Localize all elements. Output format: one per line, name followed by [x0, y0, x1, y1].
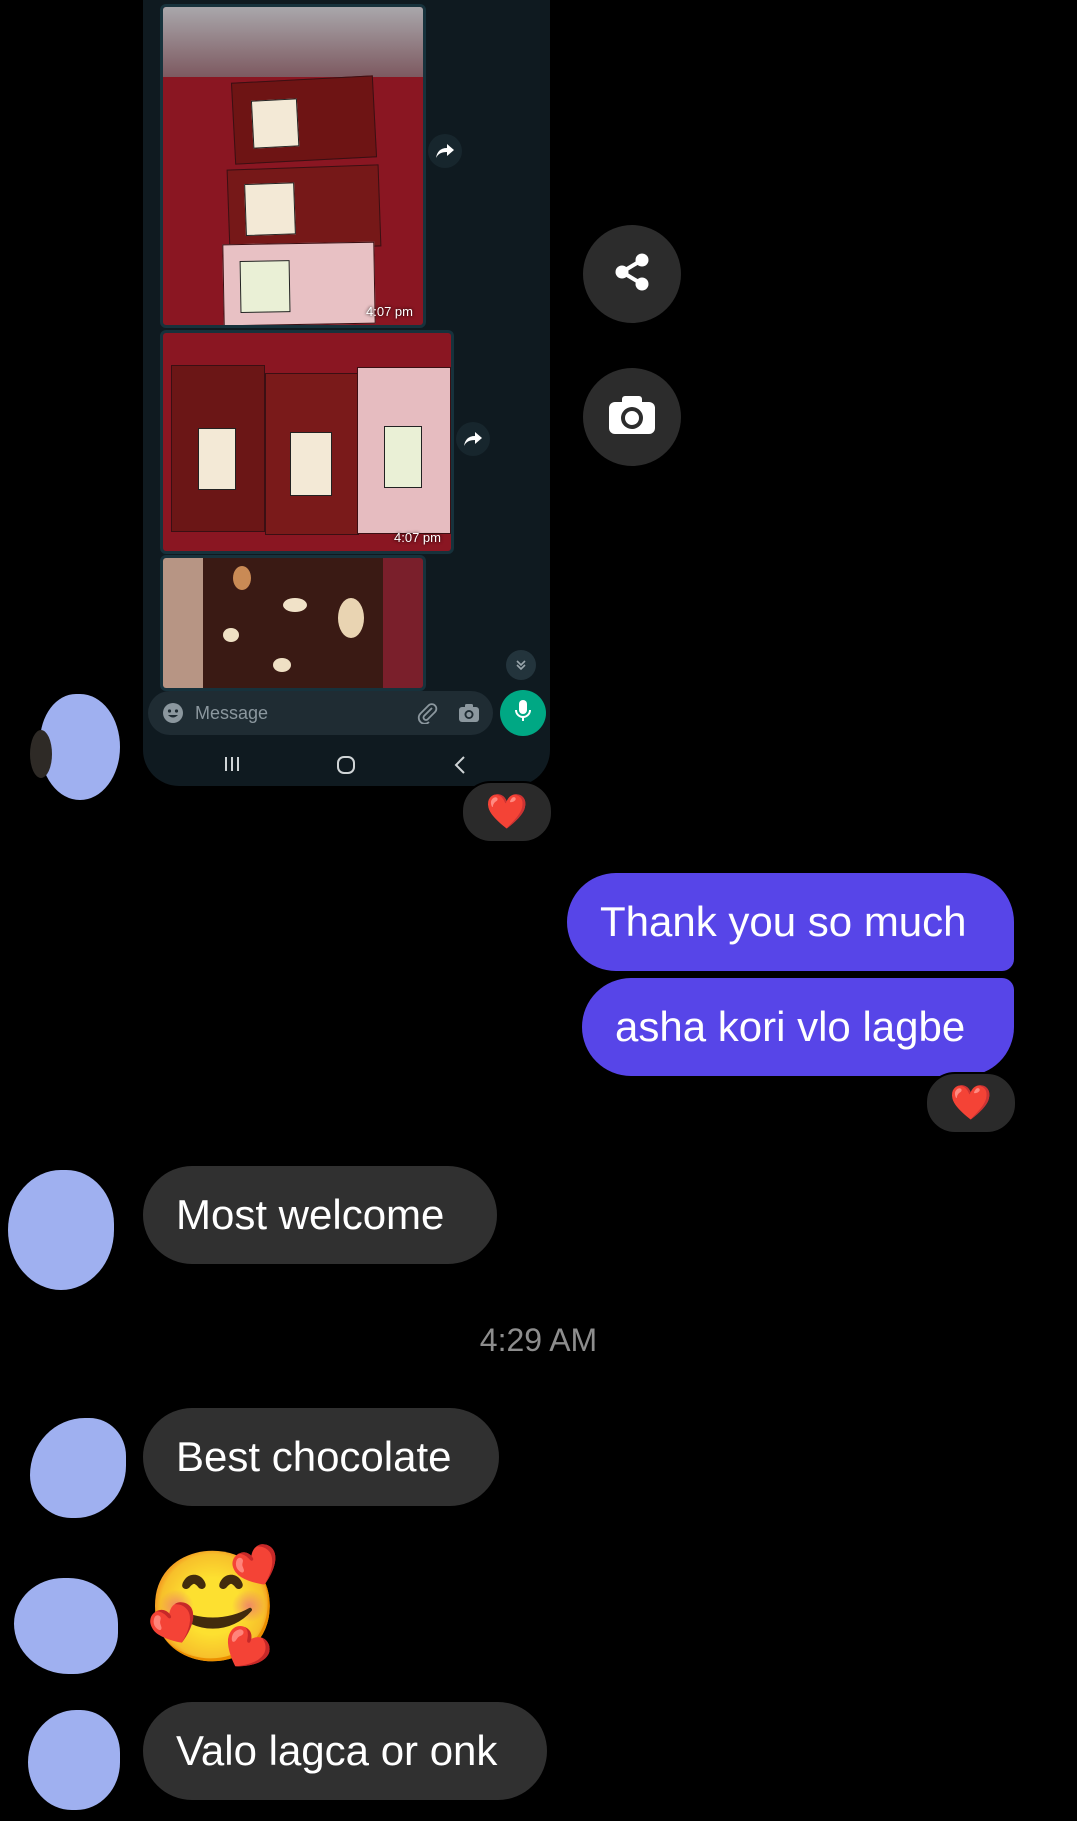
incoming-message[interactable]: Valo lagca or onk [143, 1702, 547, 1800]
heart-icon: ❤️ [485, 792, 529, 832]
emoji-icon[interactable] [162, 702, 184, 729]
timestamp: 4:29 AM [479, 1322, 598, 1358]
smiling-hearts-emoji: 🥰 [145, 1545, 281, 1670]
share-icon [610, 250, 654, 299]
heart-reaction[interactable]: ❤️ [925, 1072, 1017, 1134]
avatar[interactable] [28, 1710, 120, 1810]
message-text: asha kori vlo lagbe [615, 1003, 966, 1050]
mic-icon [514, 699, 532, 728]
message-input[interactable]: Message [148, 691, 493, 735]
outgoing-message[interactable]: Thank you so much [567, 873, 1014, 971]
forward-icon[interactable] [456, 422, 490, 456]
attach-icon[interactable] [416, 702, 438, 729]
avatar-edge [30, 730, 52, 778]
shared-screenshot-image[interactable]: 4:07 pm 4:07 pm Message [143, 0, 550, 786]
outgoing-message[interactable]: asha kori vlo lagbe [582, 978, 1014, 1076]
message-placeholder: Message [195, 703, 269, 723]
message-text: Valo lagca or onk [176, 1727, 498, 1774]
heart-reaction[interactable]: ❤️ [461, 781, 553, 843]
chat-photo-3[interactable] [160, 555, 426, 691]
photo-1-time: 4:07 pm [366, 304, 413, 319]
emoji-message[interactable]: 🥰 [143, 1538, 283, 1678]
message-text: Thank you so much [600, 898, 967, 945]
android-nav-bar [143, 745, 550, 781]
incoming-message[interactable]: Best chocolate [143, 1408, 499, 1506]
avatar[interactable] [30, 1418, 126, 1518]
scroll-down-icon[interactable] [506, 650, 536, 680]
heart-icon: ❤️ [949, 1083, 993, 1123]
back-icon[interactable] [453, 755, 467, 780]
forward-icon[interactable] [428, 134, 462, 168]
share-button[interactable] [583, 225, 681, 323]
recent-apps-icon[interactable] [223, 756, 241, 777]
camera-icon[interactable] [458, 703, 480, 728]
chat-photo-1[interactable]: 4:07 pm [160, 4, 426, 328]
avatar[interactable] [40, 694, 120, 800]
avatar[interactable] [8, 1170, 114, 1290]
mic-button[interactable] [500, 690, 546, 736]
avatar[interactable] [14, 1578, 118, 1674]
message-text: Most welcome [176, 1191, 445, 1238]
camera-icon [607, 394, 657, 441]
photo-2-time: 4:07 pm [394, 530, 441, 545]
message-text: Best chocolate [176, 1433, 452, 1480]
camera-button[interactable] [583, 368, 681, 466]
chat-photo-2[interactable]: 4:07 pm [160, 330, 454, 554]
incoming-message[interactable]: Most welcome [143, 1166, 497, 1264]
home-icon[interactable] [336, 755, 356, 780]
